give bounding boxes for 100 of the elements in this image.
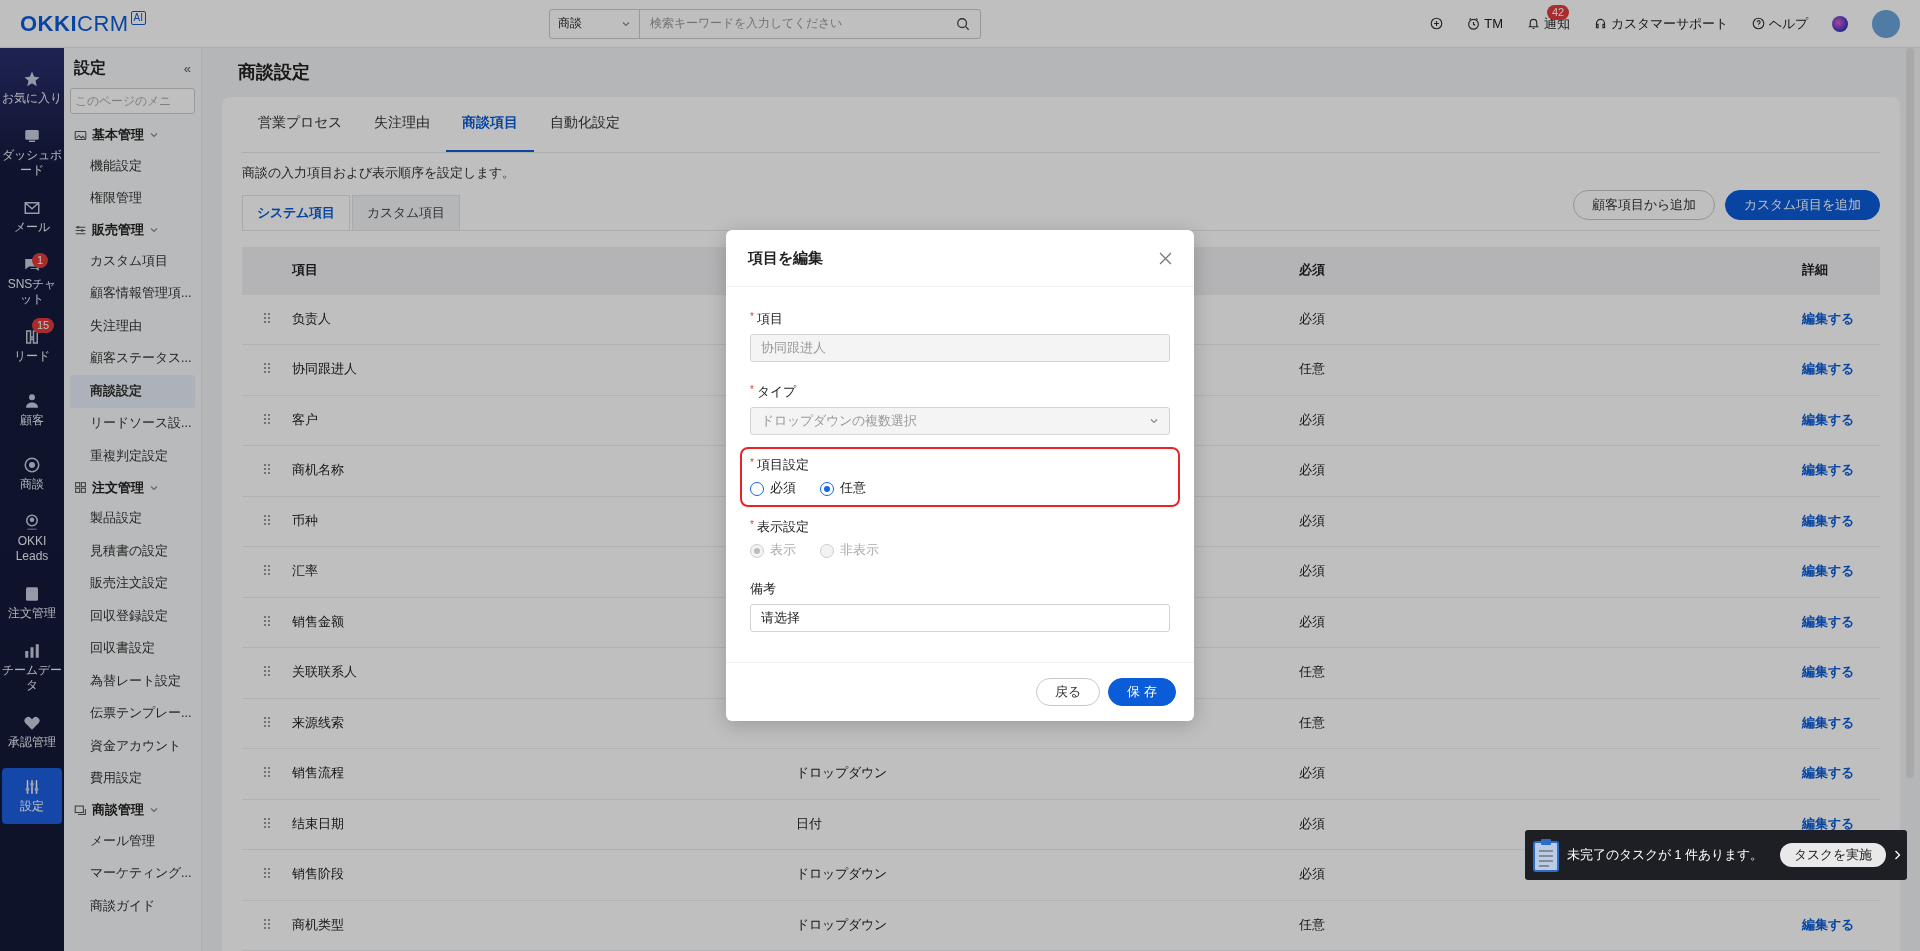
menu-item[interactable]: 回収書設定 — [70, 632, 195, 665]
radio-button[interactable] — [820, 481, 834, 496]
tab[interactable]: 営業プロセス — [242, 96, 358, 152]
alarm-clock-icon[interactable] — [1467, 17, 1481, 30]
menu-item[interactable]: 資金アカウント — [70, 730, 195, 763]
menu-item[interactable]: 顧客ステータス... — [70, 342, 195, 375]
tab[interactable]: 失注理由 — [358, 96, 446, 152]
back-button[interactable]: 戻る — [1036, 678, 1101, 706]
drag-handle-icon[interactable] — [263, 665, 271, 678]
menu-item[interactable]: 製品設定 — [70, 502, 195, 535]
close-icon[interactable] — [1159, 251, 1172, 265]
nav-item[interactable]: OKKI Leads — [2, 510, 62, 567]
nav-item[interactable]: 注文管理 — [2, 575, 62, 631]
edit-link[interactable]: 編集する — [1802, 614, 1854, 629]
table-cell: 必須 — [1299, 463, 1325, 478]
menu-item[interactable]: 重複判定設定 — [70, 440, 195, 473]
chevron-down-icon — [149, 130, 159, 140]
nav-item[interactable]: 設定 — [2, 768, 62, 824]
chevron-right-icon[interactable] — [1894, 850, 1901, 860]
menu-group[interactable]: 基本管理 — [70, 120, 195, 150]
menu-item[interactable]: 商談設定 — [70, 375, 195, 408]
nav-item[interactable]: ダッシュボード — [2, 124, 62, 181]
sub-tab[interactable]: システム項目 — [242, 194, 350, 230]
drag-handle-icon[interactable] — [263, 917, 271, 930]
edit-link[interactable]: 編集する — [1802, 766, 1854, 781]
drag-handle-icon[interactable] — [263, 715, 271, 728]
menu-item[interactable]: 商談ガイド — [70, 890, 195, 923]
drag-handle-icon[interactable] — [263, 564, 271, 577]
drag-handle-icon[interactable] — [263, 463, 271, 476]
menu-item[interactable]: 権限管理 — [70, 182, 195, 215]
action-label[interactable]: TM — [1484, 16, 1503, 31]
edit-link[interactable]: 編集する — [1802, 816, 1854, 831]
nav-item[interactable]: チームデータ — [2, 639, 62, 696]
menu-group[interactable]: 注文管理 — [70, 472, 195, 503]
edit-link[interactable]: 編集する — [1802, 665, 1854, 680]
save-button[interactable]: 保 存 — [1108, 678, 1176, 706]
edit-link[interactable]: 編集する — [1802, 917, 1854, 932]
nav-item[interactable]: 承認管理 — [2, 704, 62, 760]
sliders-icon — [23, 778, 41, 796]
logo[interactable]: OKKICRM — [20, 10, 129, 37]
tab[interactable]: 商談項目 — [446, 96, 534, 152]
menu-item[interactable]: マーケティング... — [70, 857, 195, 890]
edit-link[interactable]: 編集する — [1802, 362, 1854, 377]
drag-handle-icon[interactable] — [263, 362, 271, 375]
menu-item[interactable]: カスタム項目 — [70, 245, 195, 278]
action-label[interactable]: カスタマーサポート — [1611, 14, 1728, 33]
help-icon[interactable] — [1752, 17, 1765, 30]
drag-handle-icon[interactable] — [263, 513, 271, 526]
menu-item[interactable]: メール管理 — [70, 825, 195, 858]
app-orb-icon[interactable] — [1832, 15, 1848, 32]
action-label[interactable]: ヘルプ — [1769, 14, 1808, 33]
menu-item[interactable]: リードソース設... — [70, 407, 195, 440]
ai-badge: AI — [130, 10, 147, 25]
menu-group[interactable]: 商談管理 — [70, 795, 195, 825]
sub-tab[interactable]: カスタム項目 — [352, 194, 460, 230]
nav-item[interactable]: 商談 — [2, 446, 62, 502]
radio-option[interactable]: 必須 — [750, 480, 796, 497]
menu-item[interactable]: 回収登録設定 — [70, 600, 195, 633]
edit-link[interactable]: 編集する — [1802, 513, 1854, 528]
nav-item[interactable]: SNSチャット 1 — [2, 253, 62, 310]
count-badge: 1 — [32, 253, 49, 268]
edit-link[interactable]: 編集する — [1802, 311, 1854, 326]
input-field[interactable]: 请选择 — [750, 604, 1170, 632]
drag-handle-icon[interactable] — [263, 816, 271, 829]
tab[interactable]: 自動化設定 — [534, 96, 636, 152]
nav-item[interactable]: 顧客 — [2, 382, 62, 438]
user-avatar[interactable] — [1872, 9, 1900, 38]
headset-icon[interactable] — [1594, 17, 1607, 30]
menu-item[interactable]: 顧客情報管理項... — [70, 277, 195, 310]
drag-handle-icon[interactable] — [263, 311, 271, 324]
table-cell: 必須 — [1299, 816, 1325, 831]
menu-item[interactable]: 機能設定 — [70, 150, 195, 183]
edit-link[interactable]: 編集する — [1802, 412, 1854, 427]
menu-item[interactable]: 為替レート設定 — [70, 665, 195, 698]
edit-link[interactable]: 編集する — [1802, 715, 1854, 730]
drag-handle-icon[interactable] — [263, 867, 271, 880]
bell-icon[interactable] — [1527, 17, 1540, 30]
collapse-button[interactable]: « — [183, 60, 191, 76]
nav-item[interactable]: メール — [2, 189, 62, 245]
drag-handle-icon[interactable] — [263, 766, 271, 779]
nav-item[interactable]: リード 15 — [2, 318, 62, 374]
menu-item[interactable]: 販売注文設定 — [70, 567, 195, 600]
add-custom-field-button[interactable]: カスタム項目を追加 — [1725, 189, 1880, 220]
menu-item[interactable]: 失注理由 — [70, 310, 195, 343]
radio-button[interactable] — [750, 481, 764, 496]
run-task-button[interactable]: タスクを実施 — [1780, 843, 1886, 867]
edit-link[interactable]: 編集する — [1802, 564, 1854, 579]
add-icon[interactable] — [1430, 17, 1444, 30]
drag-handle-icon[interactable] — [263, 412, 271, 425]
radio-option[interactable]: 任意 — [820, 480, 866, 497]
menu-group[interactable]: 販売管理 — [70, 215, 195, 245]
menu-item[interactable]: 費用設定 — [70, 762, 195, 795]
add-from-customer-button[interactable]: 顧客項目から追加 — [1573, 189, 1715, 220]
field-label: 項目 — [756, 311, 783, 328]
drag-handle-icon[interactable] — [263, 614, 271, 627]
menu-item[interactable]: 見積書の設定 — [70, 535, 195, 568]
edit-link[interactable]: 編集する — [1802, 463, 1854, 478]
nav-item[interactable]: お気に入り — [2, 60, 62, 116]
menu-item[interactable]: 伝票テンプレー... — [70, 697, 195, 730]
table-cell: 商机名称 — [292, 463, 344, 478]
